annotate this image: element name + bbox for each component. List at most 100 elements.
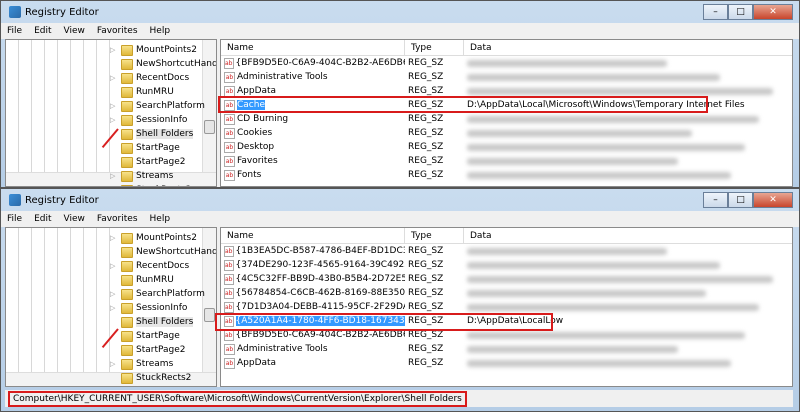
value-row[interactable]: ab{4C5C32FF-BB9D-43B0-B5B4-2D72E54EAAA4}… — [221, 272, 792, 286]
tree-item[interactable]: ▷ SearchPlatform — [110, 99, 205, 113]
menu-favorites[interactable]: Favorites — [97, 26, 138, 36]
menu-edit[interactable]: Edit — [34, 214, 51, 224]
value-name: Administrative Tools — [237, 344, 328, 354]
value-name: Administrative Tools — [237, 72, 328, 82]
expand-icon[interactable]: ▷ — [110, 74, 118, 82]
tree-item-label: Streams — [136, 171, 174, 181]
value-type: REG_SZ — [408, 86, 444, 96]
column-type[interactable]: Type — [405, 40, 464, 55]
tree-item[interactable]: ▷ MountPoints2 — [110, 43, 197, 57]
folder-icon — [121, 358, 133, 370]
value-row[interactable]: ab AppData REG_SZ — [221, 356, 792, 370]
value-row[interactable]: ab Cookies REG_SZ — [221, 126, 792, 140]
menu-favorites[interactable]: Favorites — [97, 214, 138, 224]
value-data-blurred — [467, 143, 745, 151]
column-data[interactable]: Data — [464, 228, 792, 243]
maximize-button[interactable]: □ — [728, 192, 753, 208]
column-name[interactable]: Name — [221, 228, 405, 243]
tree-item[interactable]: ▷ RecentDocs — [110, 71, 189, 85]
value-name: Fonts — [237, 170, 262, 180]
value-data-blurred — [467, 275, 773, 283]
value-row[interactable]: ab{BFB9D5E0-C6A9-404C-B2B2-AE6DB6AF4968}… — [221, 56, 792, 70]
tree-item[interactable]: NewShortcutHandl — [110, 57, 216, 71]
tree-item[interactable]: StuckRects2 — [110, 371, 191, 385]
value-data-blurred — [467, 171, 731, 179]
folder-icon — [121, 372, 133, 384]
string-value-icon: ab — [224, 141, 235, 153]
value-row[interactable]: ab{7D1D3A04-DEBB-4115-95CF-2F29DA2920D..… — [221, 300, 792, 314]
expand-icon[interactable]: ▷ — [110, 262, 118, 270]
minimize-button[interactable]: – — [703, 4, 728, 20]
string-value-icon: ab — [224, 287, 234, 299]
menu-file[interactable]: File — [7, 26, 22, 36]
tree-item[interactable]: ▷ SearchPlatform — [110, 287, 205, 301]
maximize-button[interactable]: □ — [728, 4, 753, 20]
menu-file[interactable]: File — [7, 214, 22, 224]
folder-icon — [121, 274, 133, 286]
value-data-blurred — [467, 247, 667, 255]
close-button[interactable]: ✕ — [753, 4, 793, 20]
tree-item[interactable]: ▷ SessionInfo — [110, 301, 187, 315]
regedit-icon — [9, 6, 21, 18]
tree-item[interactable]: ▷ Streams — [110, 169, 173, 183]
tree-item[interactable]: Shell Folders — [110, 315, 194, 329]
tree-item[interactable]: StuckRects2 — [110, 183, 191, 186]
tree-item[interactable]: StartPage2 — [110, 155, 186, 169]
tree-item-label: SearchPlatform — [136, 101, 205, 111]
registry-editor-window-top: Registry Editor – □ ✕ File Edit View Favorite… — [0, 0, 800, 188]
tree-item[interactable]: StartPage — [110, 329, 180, 343]
value-row[interactable]: ab Fonts REG_SZ — [221, 168, 792, 182]
value-name: {374DE290-123F-4565-9164-39C4925E467B} — [235, 260, 406, 270]
expand-icon[interactable]: ▷ — [110, 102, 118, 110]
value-row[interactable]: ab{56784854-C6CB-462B-8169-88E350ACB882}… — [221, 286, 792, 300]
menu-edit[interactable]: Edit — [34, 26, 51, 36]
value-name: CD Burning — [237, 114, 289, 124]
expand-icon[interactable]: ▷ — [110, 290, 118, 298]
value-type: REG_SZ — [408, 142, 444, 152]
value-row[interactable]: ab{374DE290-123F-4565-9164-39C4925E467B}… — [221, 258, 792, 272]
value-row[interactable]: ab Desktop REG_SZ — [221, 140, 792, 154]
tree-item[interactable]: Shell Folders — [110, 127, 194, 141]
folder-icon — [121, 232, 133, 244]
tree-item[interactable]: ▷ SessionInfo — [110, 113, 187, 127]
minimize-button[interactable]: – — [703, 192, 728, 208]
expand-icon[interactable]: ▷ — [110, 234, 118, 242]
value-row[interactable]: ab{1B3EA5DC-B587-4786-B4EF-BD1DC332AEA..… — [221, 244, 792, 258]
value-row[interactable]: ab Favorites REG_SZ — [221, 154, 792, 168]
value-type: REG_SZ — [408, 344, 444, 354]
expand-icon[interactable]: ▷ — [110, 116, 118, 124]
folder-icon — [121, 288, 133, 300]
string-value-icon: ab — [224, 85, 235, 97]
menu-view[interactable]: View — [64, 26, 85, 36]
tree-item[interactable]: ▷ MountPoints2 — [110, 231, 197, 245]
expand-icon[interactable]: ▷ — [110, 172, 118, 180]
value-data-blurred — [467, 359, 731, 367]
value-type: REG_SZ — [408, 330, 444, 340]
value-row[interactable]: ab CD Burning REG_SZ — [221, 112, 792, 126]
column-data[interactable]: Data — [464, 40, 792, 55]
expand-icon[interactable]: ▷ — [110, 46, 118, 54]
tree-item[interactable]: StartPage — [110, 141, 180, 155]
tree-item[interactable]: ▷ Streams — [110, 357, 173, 371]
value-row[interactable]: ab Administrative Tools REG_SZ — [221, 342, 792, 356]
expand-icon[interactable]: ▷ — [110, 360, 118, 368]
menu-help[interactable]: Help — [150, 214, 171, 224]
status-bar: Computer\HKEY_CURRENT_USER\Software\Micr… — [5, 390, 793, 407]
value-name: {56784854-C6CB-462B-8169-88E350ACB882} — [235, 288, 406, 298]
tree-item[interactable]: NewShortcutHandl — [110, 245, 216, 259]
column-type[interactable]: Type — [405, 228, 464, 243]
folder-icon — [121, 44, 133, 56]
tree-item[interactable]: StartPage2 — [110, 343, 186, 357]
tree-item[interactable]: ▷ RecentDocs — [110, 259, 189, 273]
menu-help[interactable]: Help — [150, 26, 171, 36]
folder-icon — [121, 170, 133, 182]
value-row[interactable]: ab Administrative Tools REG_SZ — [221, 70, 792, 84]
value-data-blurred — [467, 73, 720, 81]
folder-icon — [121, 156, 133, 168]
column-name[interactable]: Name — [221, 40, 405, 55]
close-button[interactable]: ✕ — [753, 192, 793, 208]
menu-view[interactable]: View — [64, 214, 85, 224]
tree-item[interactable]: RunMRU — [110, 85, 174, 99]
tree-item[interactable]: RunMRU — [110, 273, 174, 287]
expand-icon[interactable]: ▷ — [110, 304, 118, 312]
